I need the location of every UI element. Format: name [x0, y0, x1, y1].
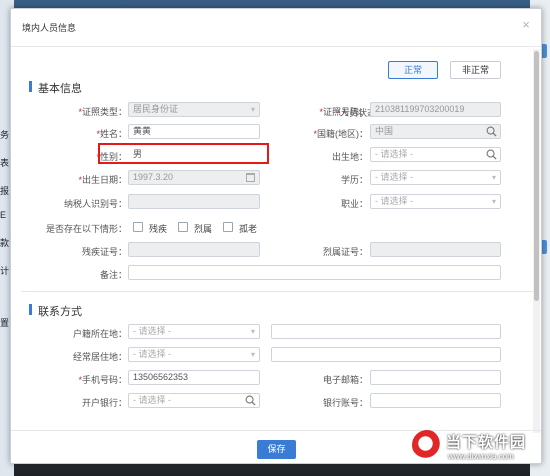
search-icon[interactable]	[486, 126, 497, 137]
lonely-elderly-checkbox-label: 孤老	[239, 224, 258, 234]
bg-sidebar-char: 表	[0, 158, 10, 168]
bg-sidebar-char: 置	[0, 318, 10, 328]
dialog-scrollbar[interactable]	[533, 49, 540, 433]
email-field[interactable]	[370, 370, 501, 385]
section-basic-info: 基本信息	[29, 80, 82, 96]
person-info-dialog: 境内人员信息 × *人员状态： 正常 非正常 基本信息 *证照类型： 居民身份证…	[10, 8, 542, 464]
disability-checkbox-label: 残疾	[149, 224, 168, 234]
close-button[interactable]: ×	[520, 18, 532, 31]
chevron-down-icon: ▾	[250, 105, 255, 114]
occupation-label: 职业：	[340, 199, 368, 209]
birthdate-field[interactable]: 1997.3.20	[128, 170, 260, 185]
name-label: *姓名：	[96, 129, 127, 139]
birthdate-label: *出生日期：	[78, 175, 127, 185]
household-detail-field[interactable]	[271, 324, 501, 339]
watermark-brand: 当下软件园	[446, 434, 527, 451]
bank-field[interactable]: - 请选择 -	[128, 393, 260, 408]
calendar-icon[interactable]	[246, 173, 255, 182]
bg-sidebar-char: E	[0, 210, 7, 220]
id-type-select[interactable]: 居民身份证 ▾	[128, 102, 260, 117]
taxpayer-id-field[interactable]	[128, 194, 260, 209]
bg-sidebar-char: 计	[0, 266, 10, 276]
email-label: 电子邮箱：	[322, 375, 368, 385]
household-label: 户籍所在地：	[72, 329, 127, 339]
martyr-cert-label: 烈属证号：	[322, 247, 368, 257]
status-normal-button[interactable]: 正常	[388, 61, 438, 79]
id-number-label: *证照号码：	[319, 107, 368, 117]
residence-select[interactable]: - 请选择 - ▾	[128, 347, 260, 362]
watermark-url: www.downxia.com	[448, 452, 514, 461]
bg-sidebar-char: 报	[0, 186, 10, 196]
martyr-cert-field[interactable]	[370, 242, 501, 257]
disability-checkbox[interactable]	[133, 222, 143, 232]
watermark-logo-icon	[412, 430, 442, 460]
residence-detail-field[interactable]	[271, 347, 501, 362]
household-select[interactable]: - 请选择 - ▾	[128, 324, 260, 339]
save-button[interactable]: 保存	[257, 440, 296, 459]
taxpayer-id-label: 纳税人识别号：	[63, 199, 127, 209]
nationality-field[interactable]: 中国	[370, 124, 501, 139]
phone-field[interactable]: 13506562353	[128, 370, 260, 385]
lonely-elderly-checkbox[interactable]	[223, 222, 233, 232]
dialog-header: 境内人员信息 ×	[11, 9, 541, 47]
disability-cert-field[interactable]	[128, 242, 260, 257]
section-divider	[21, 291, 533, 292]
search-icon[interactable]	[486, 149, 497, 160]
martyr-family-checkbox[interactable]	[178, 222, 188, 232]
gender-highlight-box	[98, 143, 269, 164]
chevron-down-icon: ▾	[491, 197, 496, 206]
occupation-select[interactable]: - 请选择 - ▾	[370, 194, 501, 209]
dialog-title: 境内人员信息	[22, 23, 77, 33]
nationality-label: *国籍(地区)：	[313, 129, 368, 139]
scrollbar-thumb[interactable]	[534, 51, 539, 301]
birthplace-field[interactable]: - 请选择 -	[370, 147, 501, 162]
education-select[interactable]: - 请选择 - ▾	[370, 170, 501, 185]
site-watermark: 当下软件园 www.downxia.com	[412, 428, 544, 470]
chevron-down-icon: ▾	[250, 350, 255, 359]
remark-label: 备注：	[99, 270, 127, 280]
residence-label: 经常居住地：	[72, 352, 127, 362]
search-icon[interactable]	[245, 395, 256, 406]
bg-sidebar-char: 务	[0, 130, 10, 140]
remark-field[interactable]	[128, 265, 501, 280]
phone-label: *手机号码：	[78, 375, 127, 385]
account-label: 银行账号：	[322, 398, 368, 408]
id-type-label: *证照类型：	[78, 107, 127, 117]
disability-cert-label: 残疾证号：	[81, 247, 127, 257]
account-field[interactable]	[370, 393, 501, 408]
status-abnormal-button[interactable]: 非正常	[450, 61, 501, 79]
name-field[interactable]: 黄黄	[128, 124, 260, 139]
chevron-down-icon: ▾	[250, 327, 255, 336]
section-contact: 联系方式	[29, 303, 82, 319]
education-label: 学历：	[340, 175, 368, 185]
birthplace-label: 出生地：	[331, 152, 368, 162]
chevron-down-icon: ▾	[491, 173, 496, 182]
id-number-field[interactable]: 210381199703200019	[370, 102, 501, 117]
condition-label: 是否存在以下情形：	[45, 224, 127, 234]
bg-sidebar-char: 款	[0, 238, 10, 248]
bank-label: 开户银行：	[81, 398, 127, 408]
martyr-family-checkbox-label: 烈属	[194, 224, 213, 234]
